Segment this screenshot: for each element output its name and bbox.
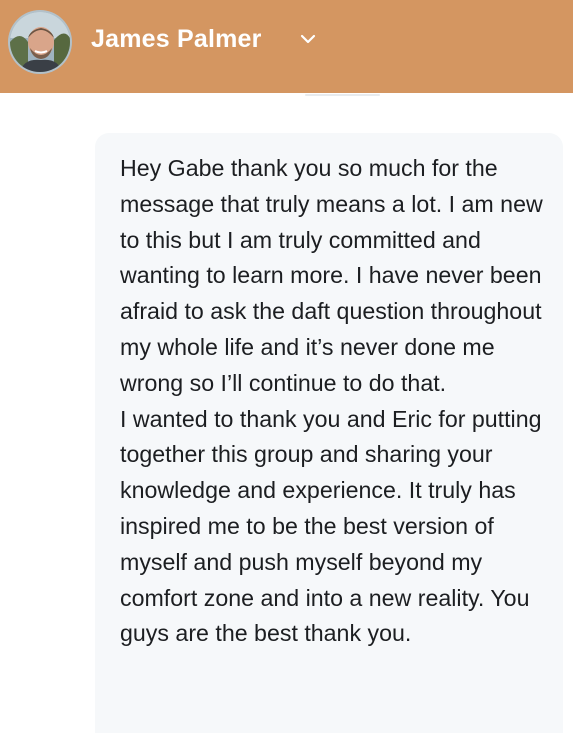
divider xyxy=(305,94,380,96)
chat-header: James Palmer xyxy=(0,0,573,93)
avatar[interactable] xyxy=(8,10,72,74)
user-avatar-icon xyxy=(10,12,70,72)
chevron-down-icon[interactable] xyxy=(298,31,318,47)
message-bubble: Hey Gabe thank you so much for the messa… xyxy=(95,133,563,733)
contact-name[interactable]: James Palmer xyxy=(91,25,262,54)
message-paragraph: Hey Gabe thank you so much for the messa… xyxy=(120,155,543,396)
message-paragraph: I wanted to thank you and Eric for putti… xyxy=(120,405,542,647)
